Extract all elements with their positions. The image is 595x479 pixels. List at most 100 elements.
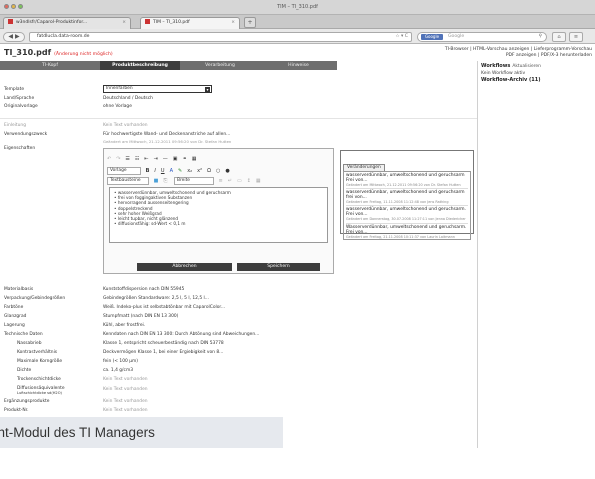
tab-label: TIM – TI_310.pdf xyxy=(153,20,190,25)
revisions-tab[interactable]: Veränderungen xyxy=(343,164,385,171)
spec-value[interactable]: Gebindegrößen Standardware: 2,5 l, 5 l, … xyxy=(103,296,209,301)
bullet-list-icon[interactable]: ☰ xyxy=(125,156,129,162)
introduction-value[interactable]: Kein Text vorhanden xyxy=(103,123,148,128)
style-select[interactable]: Vorlage xyxy=(107,167,141,175)
table-icon[interactable]: ▦ xyxy=(192,156,197,162)
workflows-label: Workflows xyxy=(481,63,511,69)
spec-value[interactable]: Kein Text vorhanden xyxy=(103,408,148,413)
browser-window: TIM – TI_310.pdf w3ndlsfr/Caparol-Produk… xyxy=(0,0,595,479)
revision-item[interactable]: wasserverdünnbar, umweltschonend und ger… xyxy=(346,173,468,190)
subscript-icon[interactable]: x₂ xyxy=(187,168,192,174)
purpose-change-note: Geändert am Mittwoch, 21.12.2011 09:56:2… xyxy=(103,139,232,144)
new-tab-button[interactable]: + xyxy=(244,17,256,28)
revision-text: Wasserverdünnbar, umweltschonend und ger… xyxy=(346,224,467,235)
underline-icon[interactable]: U xyxy=(161,168,165,174)
page-title: TI_310.pdf (Änderung nicht möglich) xyxy=(4,48,113,57)
revision-meta: Geändert am Mittwoch, 21.12.2011 09:56:2… xyxy=(346,183,461,187)
grid-icon[interactable]: ▦ xyxy=(256,178,261,184)
spec-value[interactable]: Kühl, aber frostfrei. xyxy=(103,323,145,328)
tab-close-icon[interactable]: × xyxy=(231,18,235,28)
spec-value[interactable]: Weiß. Indeko-plus ist selbstabtönbar mit… xyxy=(103,305,225,310)
revision-item[interactable]: wasserverdünnbar, umweltschonend und ger… xyxy=(346,190,468,207)
revision-item[interactable]: Wasserverdünnbar, umweltschonend und ger… xyxy=(346,224,468,239)
browser-toolbar: ◀ ▶ fatdlucla.data-room.de ☆ ▾ C Google … xyxy=(0,29,595,44)
search-input[interactable]: Google Google ⚲ xyxy=(417,32,547,42)
snippet-icon[interactable]: ■ xyxy=(154,178,159,184)
format-select[interactable]: Breite xyxy=(173,177,214,185)
bullet-icon[interactable]: ● xyxy=(225,168,229,174)
document-name: TI_310.pdf xyxy=(4,48,52,57)
spec-value[interactable]: fein (< 100 µm) xyxy=(103,359,138,364)
spec-label: Kontrastverhältnis xyxy=(17,350,58,355)
spec-value[interactable]: Kein Text vorhanden xyxy=(103,387,148,392)
search-icon[interactable]: ⚲ xyxy=(539,33,542,41)
spec-label: Farbtöne xyxy=(4,305,24,310)
properties-list: wasserverdünnbar, umweltschonend und ger… xyxy=(114,190,323,226)
purpose-value[interactable]: Für hochwertigste Wand- und Deckenanstri… xyxy=(103,132,230,137)
spec-value[interactable]: Kenndaten nach DIN EN 13 300: Durch Abtö… xyxy=(103,332,259,337)
update-link[interactable]: Aktualisieren xyxy=(512,64,541,69)
align-icon[interactable]: ≡ xyxy=(219,178,223,184)
page-favicon-icon xyxy=(145,19,150,24)
wrap-icon[interactable]: ↵ xyxy=(228,178,232,184)
highlight-icon[interactable]: ✎ xyxy=(178,168,182,174)
link-icon[interactable]: ⚭ xyxy=(183,156,187,162)
circle-icon[interactable]: ○ xyxy=(216,168,220,174)
browser-tab[interactable]: w3ndlsfr/Caparol-Produktinfor... × xyxy=(3,17,131,29)
image-icon[interactable]: ▣ xyxy=(173,156,178,162)
header-links: TI-Browser | HTML-Vorschau anzeigen | Li… xyxy=(445,47,592,59)
spec-value[interactable]: Deckvermögen Klasse 1, bei einer Ergiebi… xyxy=(103,350,223,355)
undo-icon[interactable]: ↶ xyxy=(107,156,111,162)
indent-icon[interactable]: ⇥ xyxy=(154,156,158,162)
window-title: TIM – TI_310.pdf xyxy=(277,4,318,10)
tab-ti-kopf[interactable]: TI-Kopf xyxy=(0,61,100,70)
numbered-list-icon[interactable]: ☷ xyxy=(135,156,139,162)
workflow-archive-link[interactable]: Workflow-Archiv (11) xyxy=(481,77,595,83)
tab-hinweise[interactable]: Hinweise xyxy=(260,61,337,70)
home-icon[interactable]: ⌂ xyxy=(552,32,566,42)
superscript-icon[interactable]: x² xyxy=(197,168,202,174)
horizontal-rule-icon[interactable]: — xyxy=(163,156,168,162)
spec-label: Trockenschichtdicke xyxy=(17,377,61,382)
spec-label: Ergänzungsprodukte xyxy=(4,399,50,404)
tab-verarbeitung[interactable]: Verarbeitung xyxy=(180,61,260,70)
search-engine-badge[interactable]: Google xyxy=(421,34,443,40)
header-links-row[interactable]: PDF anzeigen | PDF/X-3 herunterladen xyxy=(445,53,592,59)
tab-produktbeschreibung[interactable]: Produktbeschreibung xyxy=(100,61,180,70)
cancel-button[interactable]: Abbrechen xyxy=(137,263,232,271)
outdent-icon[interactable]: ⇤ xyxy=(144,156,148,162)
save-button[interactable]: Speichern xyxy=(237,263,320,271)
browser-tab-active[interactable]: TIM – TI_310.pdf × xyxy=(140,17,240,29)
italic-icon[interactable]: I xyxy=(154,168,155,174)
text-color-icon[interactable]: A xyxy=(170,168,173,174)
reload-icon[interactable]: ☆ ▾ C xyxy=(395,33,408,41)
spacing-icon[interactable]: ↕ xyxy=(247,178,251,184)
chevron-down-icon: ▾ xyxy=(205,87,210,92)
redo-icon[interactable]: ↷ xyxy=(116,156,120,162)
spec-value[interactable]: Kunststoffdispersion nach DIN 55945 xyxy=(103,287,184,292)
template-select[interactable]: Innenfarben ▾ xyxy=(103,85,212,93)
spec-value[interactable]: Kein Text vorhanden xyxy=(103,399,148,404)
editor-toolbar-row-3: Textbausteine ■ ⎘ Breite ≡ ↵ ▭ ↕ ▦ xyxy=(107,177,266,186)
font-select[interactable]: Textbausteine xyxy=(107,177,149,185)
special-char-icon[interactable]: Ω xyxy=(207,168,211,174)
workflows-heading: Workflows Aktualisieren xyxy=(481,63,595,69)
revision-meta: Geändert am Donnerstag, 30.07.2008 11:27… xyxy=(346,217,466,222)
revision-item[interactable]: wasserverdünnbar, umweltschonend und ger… xyxy=(346,207,468,224)
spec-value[interactable]: ca. 1,4 g/cm3 xyxy=(103,368,133,373)
spec-value[interactable]: Stumpfmatt (nach DIN EN 13 300) xyxy=(103,314,178,319)
purpose-label: Verwendungszweck xyxy=(4,132,48,137)
menu-icon[interactable]: ≡ xyxy=(569,32,583,42)
tab-close-icon[interactable]: × xyxy=(122,18,126,28)
bold-icon[interactable]: B xyxy=(146,168,150,174)
revision-text: wasserverdünnbar, umweltschonend und ger… xyxy=(346,173,465,183)
workflow-sidebar: Workflows Aktualisieren Kein Workflow akt… xyxy=(477,61,595,451)
properties-textarea[interactable]: wasserverdünnbar, umweltschonend und ger… xyxy=(109,187,328,243)
editor-buttons: Abbrechen Speichern xyxy=(137,263,320,282)
address-bar[interactable]: fatdlucla.data-room.de ☆ ▾ C xyxy=(29,32,412,42)
frame-icon[interactable]: ▭ xyxy=(237,178,242,184)
spec-value[interactable]: Klasse 1, entspricht scheuerbeständig na… xyxy=(103,341,224,346)
spec-value[interactable]: Kein Text vorhanden xyxy=(103,377,148,382)
paste-icon[interactable]: ⎘ xyxy=(163,178,167,184)
back-forward-button[interactable]: ◀ ▶ xyxy=(3,32,25,42)
